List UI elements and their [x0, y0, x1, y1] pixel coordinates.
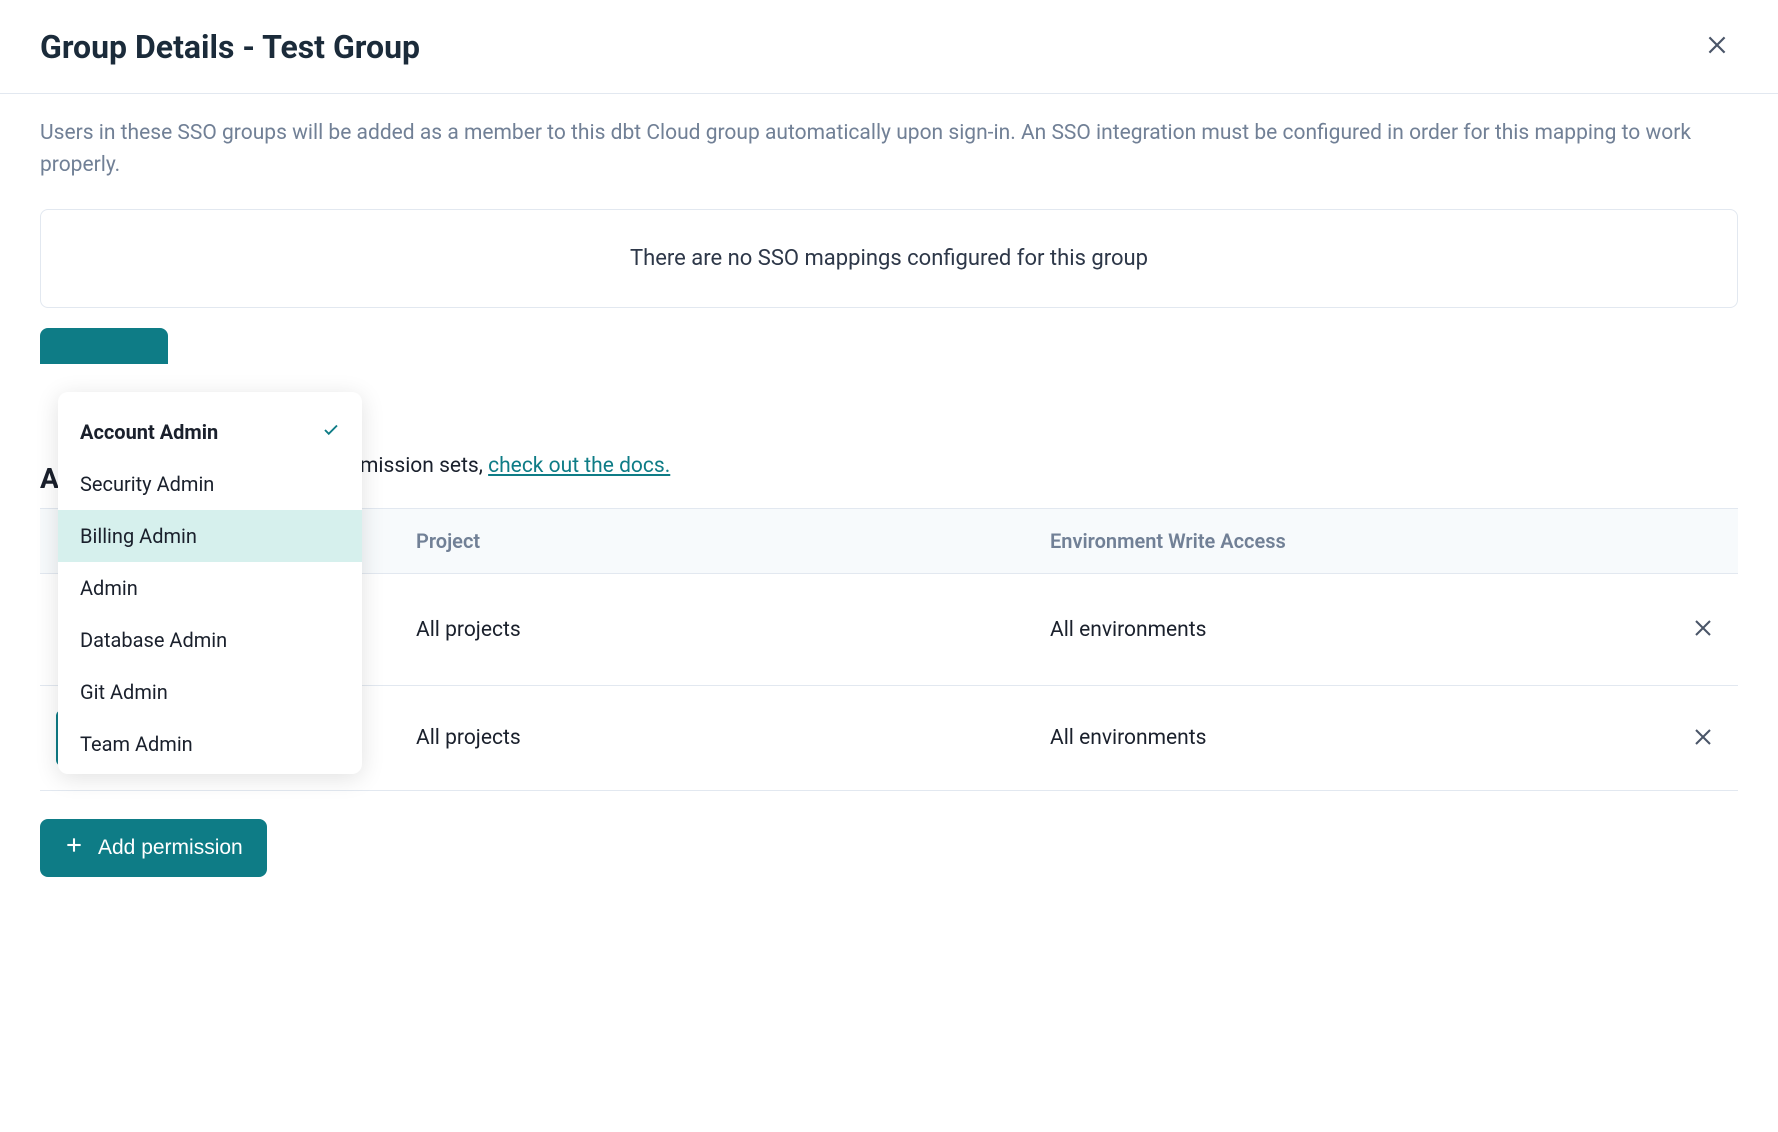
- permission-set-dropdown[interactable]: Account Admin Security Admin Billing Adm…: [58, 392, 362, 774]
- col-header-project: Project: [400, 509, 1034, 573]
- col-header-env: Environment Write Access: [1034, 509, 1668, 573]
- section-heading-fragment: A: [40, 462, 59, 495]
- dropdown-item-label: Security Admin: [80, 472, 214, 496]
- delete-row-button[interactable]: [1685, 719, 1721, 758]
- plus-icon: [64, 835, 84, 861]
- dropdown-item-label: Team Admin: [80, 732, 193, 756]
- sso-empty-message: There are no SSO mappings configured for…: [630, 246, 1148, 271]
- add-permission-button[interactable]: Add permission: [40, 819, 267, 877]
- dropdown-item-admin[interactable]: Admin: [58, 562, 362, 614]
- dropdown-item-label: Git Admin: [80, 680, 168, 704]
- docs-hint-visible: mission sets, check out the docs.: [360, 454, 1738, 478]
- dropdown-item-label: Account Admin: [80, 420, 218, 444]
- dropdown-item-security-admin[interactable]: Security Admin: [58, 458, 362, 510]
- close-icon: [1704, 46, 1730, 61]
- docs-hint-mid: mission sets,: [360, 454, 488, 478]
- close-icon: [1691, 737, 1715, 752]
- delete-row-button[interactable]: [1685, 610, 1721, 649]
- close-icon: [1691, 628, 1715, 643]
- cell-env: All environments: [1034, 702, 1668, 774]
- dropdown-item-team-admin[interactable]: Team Admin: [58, 718, 362, 760]
- docs-link[interactable]: check out the docs.: [488, 454, 670, 478]
- col-header-actions: [1668, 509, 1738, 573]
- close-button[interactable]: [1696, 24, 1738, 69]
- dropdown-item-label: Billing Admin: [80, 524, 197, 548]
- dropdown-item-label: Admin: [80, 576, 138, 600]
- cell-env: All environments: [1034, 582, 1668, 678]
- dropdown-item-label: Database Admin: [80, 628, 227, 652]
- partial-button-stub[interactable]: [40, 328, 168, 364]
- cell-project: All projects: [400, 702, 1034, 774]
- sso-description-text: Users in these SSO groups will be added …: [40, 118, 1738, 181]
- cell-project: All projects: [400, 582, 1034, 678]
- modal-title: Group Details - Test Group: [40, 28, 420, 66]
- dropdown-item-git-admin[interactable]: Git Admin: [58, 666, 362, 718]
- dropdown-item-database-admin[interactable]: Database Admin: [58, 614, 362, 666]
- modal-body: Users in these SSO groups will be added …: [0, 94, 1778, 917]
- dropdown-item-billing-admin[interactable]: Billing Admin: [58, 510, 362, 562]
- modal-header: Group Details - Test Group: [0, 0, 1778, 94]
- group-details-modal: Group Details - Test Group Users in thes…: [0, 0, 1778, 917]
- dropdown-item-account-admin[interactable]: Account Admin: [58, 406, 362, 458]
- check-icon: [322, 420, 340, 444]
- add-permission-label: Add permission: [98, 836, 243, 860]
- sso-mappings-empty-state: There are no SSO mappings configured for…: [40, 209, 1738, 308]
